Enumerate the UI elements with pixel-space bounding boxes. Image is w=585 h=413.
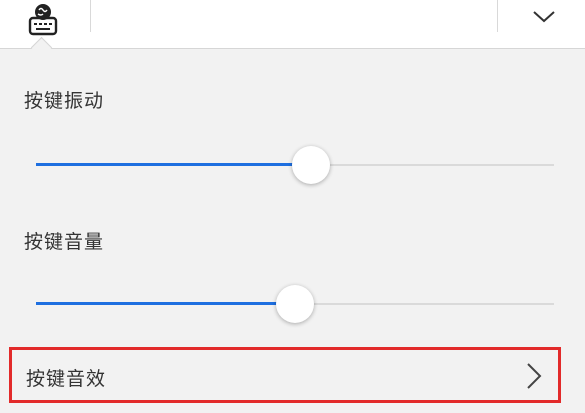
volume-label: 按键音量 <box>24 231 105 253</box>
slider-thumb[interactable] <box>276 285 314 323</box>
keyboard-globe-icon <box>28 4 58 36</box>
sound-effect-label: 按键音效 <box>26 368 107 390</box>
keyboard-switch-button[interactable] <box>20 0 66 40</box>
slider-fill <box>36 302 295 305</box>
chevron-down-icon <box>533 11 555 23</box>
sound-effect-row[interactable]: 按键音效 <box>9 347 561 403</box>
slider-thumb[interactable] <box>291 146 330 184</box>
vibration-label: 按键振动 <box>24 90 105 112</box>
toolbar-divider <box>497 0 498 32</box>
collapse-button[interactable] <box>518 0 570 34</box>
chevron-right-icon <box>527 363 542 389</box>
vibration-slider[interactable] <box>36 145 554 185</box>
volume-slider[interactable] <box>36 284 554 324</box>
toolbar-divider <box>90 0 91 32</box>
keyboard-toolbar <box>0 0 585 49</box>
slider-fill <box>36 163 311 166</box>
